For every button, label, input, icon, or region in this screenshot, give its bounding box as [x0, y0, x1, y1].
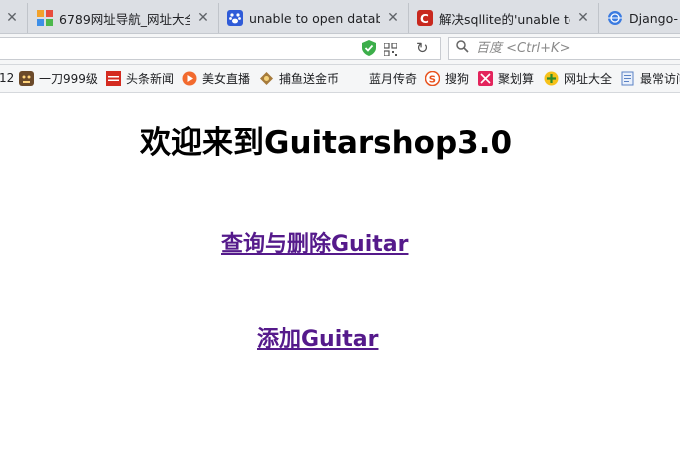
bookmark-label: 美女直播 [202, 71, 251, 86]
grid-logo-icon [37, 10, 53, 26]
bookmark-item[interactable]: 网址大全 [544, 69, 612, 87]
bookmark-item[interactable]: 最常访问 [620, 69, 680, 87]
bookmark-label: 搜狗 [445, 71, 470, 86]
tab-unable-to-open-database[interactable]: unable to open database ✕ [219, 3, 409, 33]
bookmark-item[interactable]: 捕鱼送金币 [259, 69, 339, 87]
page-icon [620, 71, 635, 86]
sogou-icon: S [424, 70, 441, 86]
csdn-logo-icon: C [417, 10, 433, 26]
tab-title: unable to open database [249, 10, 380, 26]
toutiao-icon [106, 70, 121, 86]
search-box[interactable] [448, 37, 680, 60]
bookmark-label: 聚划算 [498, 71, 535, 86]
bookmark-label: 一刀999级 [39, 71, 98, 86]
globe-icon [607, 10, 623, 26]
close-icon[interactable]: ✕ [576, 11, 590, 25]
bookmarks-bar: 12 一刀999级 头条新闻 美女直播 捕鱼送金币 蓝月传奇 S 搜狗 聚划算 … [0, 65, 680, 93]
close-icon[interactable]: ✕ [5, 11, 19, 25]
baidu-paw-icon [227, 10, 243, 26]
svg-text:C: C [420, 12, 429, 26]
bookmark-label: 头条新闻 [126, 71, 175, 86]
bookmark-item[interactable]: 一刀999级 [19, 69, 98, 87]
tab-sqllite-fix[interactable]: C 解决sqllite的'unable to open ✕ [409, 3, 599, 33]
page-content: 欢迎来到Guitarshop3.0 查询与删除Guitar 添加Guitar [0, 93, 680, 452]
tab-partial[interactable]: ✕ [0, 3, 28, 33]
tab-django[interactable]: Django- [599, 3, 680, 33]
bookmark-label: 12 [0, 71, 15, 85]
fish-coin-icon [259, 71, 274, 86]
page-title: 欢迎来到Guitarshop3.0 [140, 125, 513, 161]
search-icon [456, 40, 474, 57]
tab-6789-nav[interactable]: 6789网址导航_网址大全 ✕ [29, 3, 219, 33]
qr-code-icon[interactable] [383, 41, 398, 57]
live-play-icon [182, 71, 197, 86]
svg-text:S: S [429, 74, 436, 85]
web-directory-icon [544, 71, 559, 86]
tab-title: 6789网址导航_网址大全 [59, 11, 190, 27]
bookmark-label: 网址大全 [564, 71, 613, 86]
tab-title: Django- [629, 10, 679, 26]
shield-check-icon[interactable] [362, 40, 376, 56]
bookmark-label: 蓝月传奇 [369, 71, 418, 86]
address-toolbar: ↻ [0, 34, 680, 65]
bookmark-label: 最常访问 [640, 71, 680, 86]
reload-icon[interactable]: ↻ [416, 38, 429, 58]
close-icon[interactable]: ✕ [196, 11, 210, 25]
bookmark-label: 捕鱼送金币 [279, 71, 340, 86]
juhuasuan-icon [478, 70, 493, 86]
bookmark-item[interactable]: 美女直播 [182, 69, 250, 87]
game-face-icon [19, 70, 34, 86]
bookmark-item[interactable]: 蓝月传奇 [369, 69, 417, 87]
close-icon[interactable]: ✕ [386, 11, 400, 25]
bookmark-item[interactable]: 头条新闻 [106, 69, 174, 87]
add-guitar-link[interactable]: 添加Guitar [257, 321, 378, 353]
bookmark-item[interactable]: S 搜狗 [424, 69, 470, 87]
bookmark-item[interactable]: 12 [0, 69, 14, 87]
tab-title: 解决sqllite的'unable to open [439, 11, 570, 27]
search-input[interactable] [474, 40, 678, 57]
tab-strip: ✕ 6789网址导航_网址大全 ✕ unable to open datab [0, 0, 680, 34]
query-delete-guitar-link[interactable]: 查询与删除Guitar [221, 226, 408, 258]
bookmark-item[interactable]: 聚划算 [478, 69, 534, 87]
